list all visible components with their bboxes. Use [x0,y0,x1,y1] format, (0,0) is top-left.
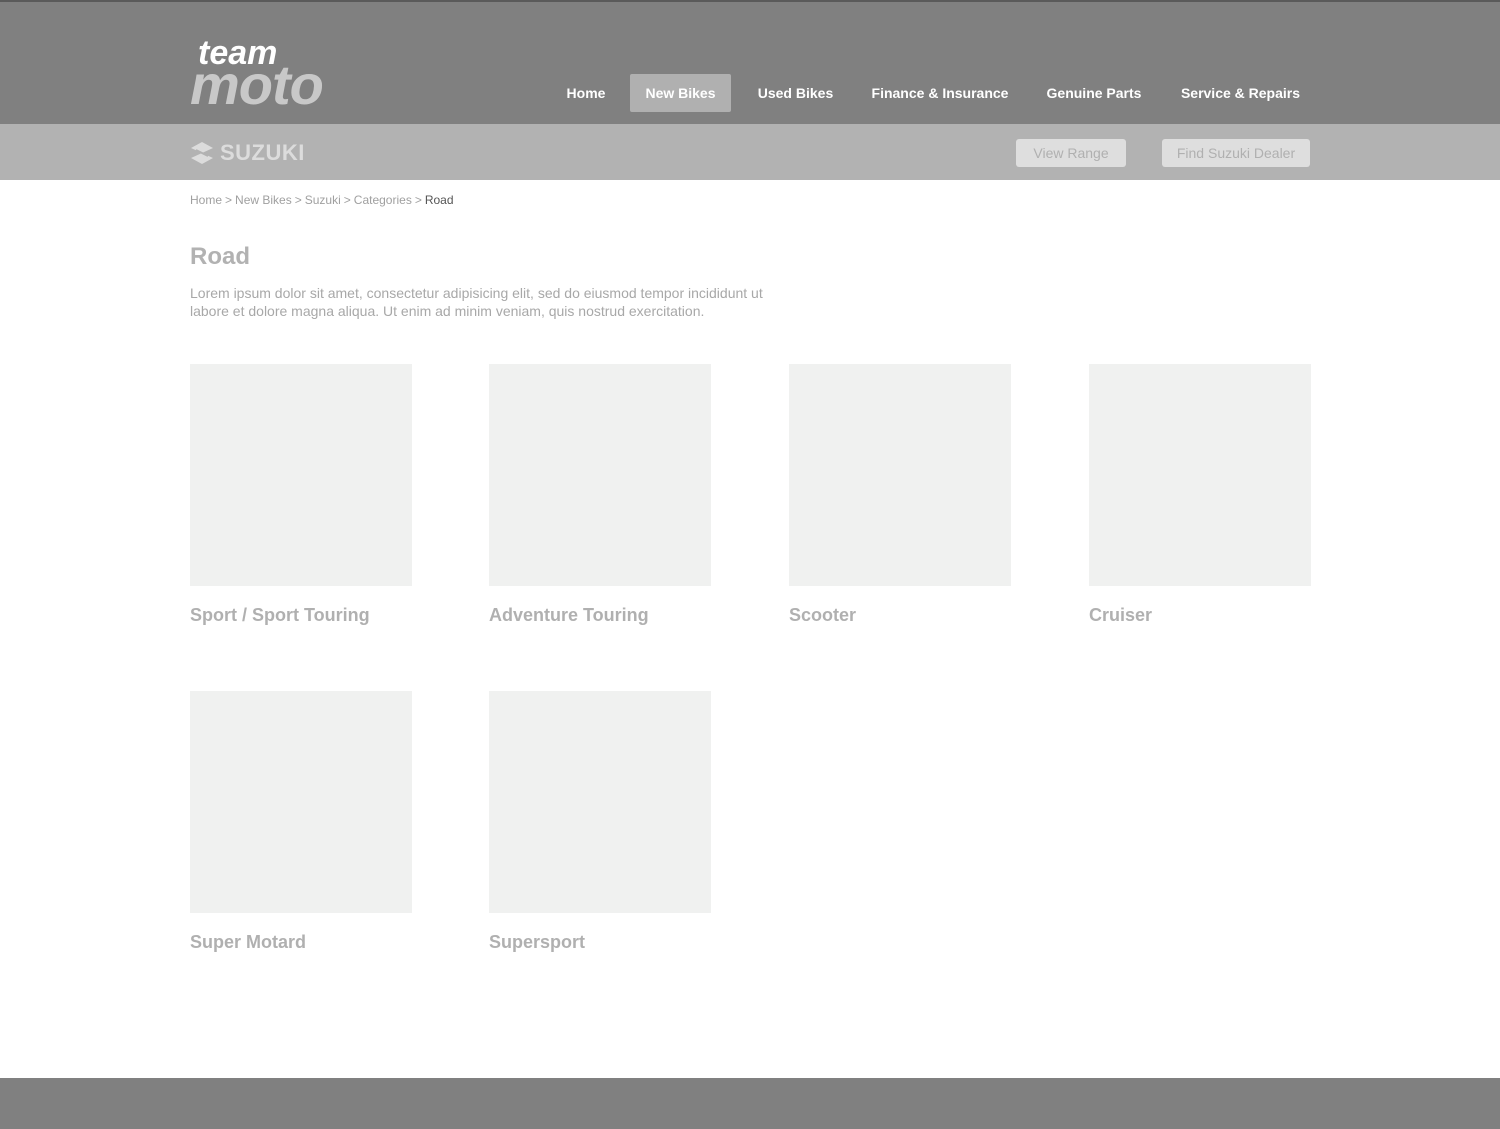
breadcrumb-separator: > [414,193,422,207]
category-image-placeholder[interactable] [190,691,412,913]
category-image-placeholder[interactable] [1089,364,1311,586]
intro-text: Lorem ipsum dolor sit amet, consectetur … [190,285,763,319]
category-card-cruiser[interactable]: Cruiser [1089,364,1311,626]
breadcrumb-separator: > [343,193,351,207]
nav-finance-insurance[interactable]: Finance & Insurance [862,74,1018,112]
nav-home[interactable]: Home [553,74,619,112]
category-image-placeholder[interactable] [489,691,711,913]
breadcrumb-current: Road [424,193,454,207]
category-card-supersport[interactable]: Supersport [489,691,711,953]
category-label[interactable]: Scooter [789,605,1011,626]
brand-name: SUZUKI [220,140,305,165]
breadcrumb-new-bikes[interactable]: New Bikes [235,193,292,207]
suzuki-s-icon [191,142,213,164]
category-card-adventure-touring[interactable]: Adventure Touring [489,364,711,626]
nav-used-bikes[interactable]: Used Bikes [745,74,846,112]
page-title: Road [190,243,250,270]
category-image-placeholder[interactable] [190,364,412,586]
nav-new-bikes[interactable]: New Bikes [630,74,731,112]
category-label[interactable]: Supersport [489,932,711,953]
find-dealer-button[interactable]: Find Suzuki Dealer [1162,139,1310,167]
category-card-scooter[interactable]: Scooter [789,364,1011,626]
breadcrumb-separator: > [294,193,302,207]
site-footer [0,1078,1500,1129]
breadcrumb-categories[interactable]: Categories [354,193,412,207]
category-label[interactable]: Sport / Sport Touring [190,605,412,626]
category-label[interactable]: Adventure Touring [489,605,711,626]
breadcrumb-separator: > [225,193,233,207]
category-label[interactable]: Super Motard [190,932,412,953]
nav-genuine-parts[interactable]: Genuine Parts [1034,74,1154,112]
breadcrumb-home[interactable]: Home [190,193,222,207]
category-image-placeholder[interactable] [489,364,711,586]
view-range-button[interactable]: View Range [1016,139,1126,167]
category-label[interactable]: Cruiser [1089,605,1311,626]
main-nav: Home New Bikes Used Bikes Finance & Insu… [0,74,1500,114]
breadcrumb: Home > New Bikes > Suzuki > Categories > Road [190,193,454,207]
category-card-super-motard[interactable]: Super Motard [190,691,412,953]
suzuki-brand[interactable]: SUZUKI [190,140,305,166]
nav-service-repairs[interactable]: Service & Repairs [1170,74,1311,112]
site-header: team moto Home New Bikes Used Bikes Fina… [0,0,1500,124]
category-image-placeholder[interactable] [789,364,1011,586]
breadcrumb-suzuki[interactable]: Suzuki [305,193,341,207]
category-card-sport-touring[interactable]: Sport / Sport Touring [190,364,412,626]
brand-subheader: SUZUKI View Range Find Suzuki Dealer [0,124,1500,180]
